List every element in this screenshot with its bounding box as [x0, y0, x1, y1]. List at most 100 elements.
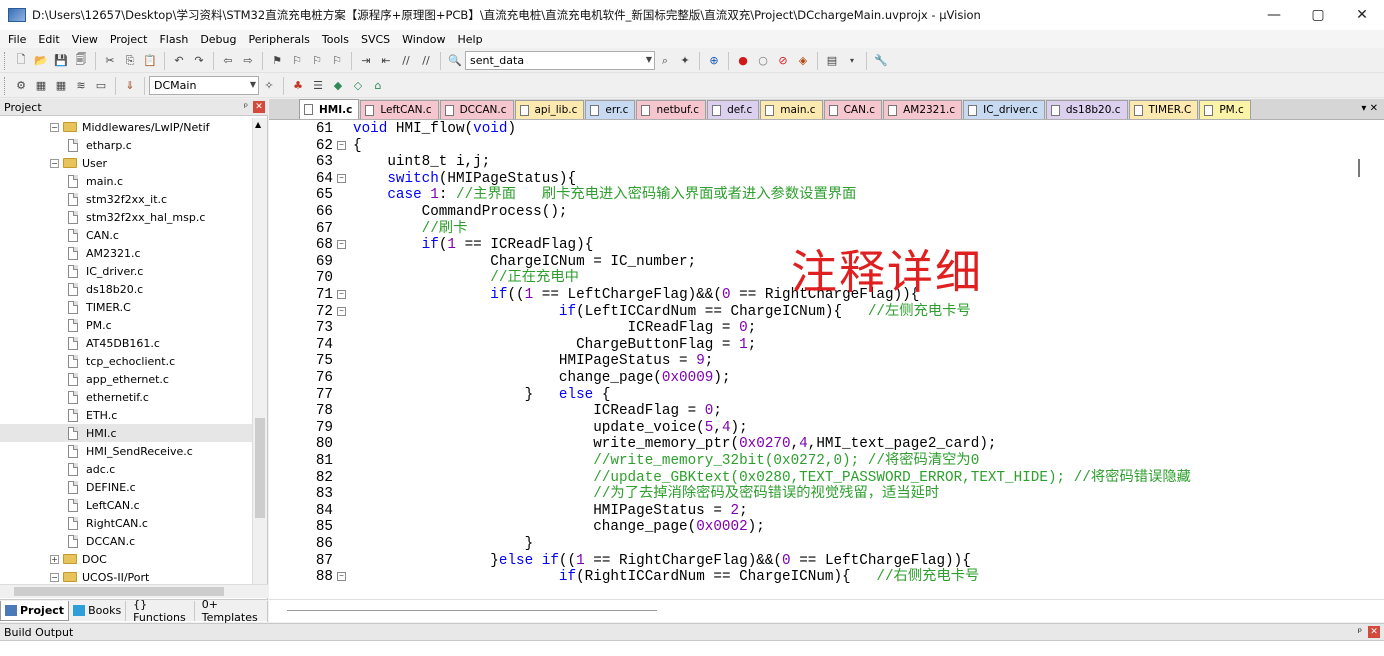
target-options-icon[interactable]: ✧ [260, 77, 278, 95]
tree-folder[interactable]: + DOC [0, 550, 252, 568]
tab-books[interactable]: Books [69, 600, 127, 621]
tree-file[interactable]: HMI.c [0, 424, 252, 442]
tree-file[interactable]: IC_driver.c [0, 262, 252, 280]
menu-debug[interactable]: Debug [194, 33, 242, 46]
copy-icon[interactable]: ⎘ [121, 52, 139, 70]
bookmark-icon[interactable]: ⚑ [268, 52, 286, 70]
code-line[interactable]: 85 change_page(0x0002); [269, 519, 1354, 535]
menu-project[interactable]: Project [104, 33, 154, 46]
breakpoint-icon[interactable]: ● [734, 52, 752, 70]
comment-icon[interactable]: // [397, 52, 415, 70]
pack-installer-icon[interactable]: ◇ [349, 77, 367, 95]
tree-file[interactable]: PM.c [0, 316, 252, 334]
code-line[interactable]: 63 uint8_t i,j; [269, 154, 1354, 170]
unindent-icon[interactable]: ⇤ [377, 52, 395, 70]
close-button[interactable]: ✕ [1340, 0, 1384, 30]
tree-file[interactable]: AM2321.c [0, 244, 252, 262]
cut-icon[interactable]: ✂ [101, 52, 119, 70]
tree-file[interactable]: TIMER.C [0, 298, 252, 316]
translate-icon[interactable]: ⚙ [12, 77, 30, 95]
menu-svcs[interactable]: SVCS [355, 33, 396, 46]
save-icon[interactable]: 💾 [52, 52, 70, 70]
target-combo[interactable]: DCMain ▼ [149, 76, 259, 95]
file-tab[interactable]: netbuf.c [636, 100, 707, 119]
tree-file[interactable]: app_ethernet.c [0, 370, 252, 388]
code-line[interactable]: 81 //write_memory_32bit(0x0272,0); //将密码… [269, 453, 1354, 469]
start-debug-icon[interactable]: ⊕ [705, 52, 723, 70]
file-tab[interactable]: main.c [760, 100, 823, 119]
find-icon[interactable]: ⌕ [656, 52, 674, 70]
minimize-button[interactable]: — [1252, 0, 1296, 30]
configure-icon[interactable]: 🔧 [872, 52, 890, 70]
code-line[interactable]: 75 HMIPageStatus = 9; [269, 353, 1354, 369]
code-line[interactable]: 88− if(RightICCardNum == ChargeICNum){ /… [269, 569, 1354, 585]
collapse-icon[interactable]: − [50, 122, 59, 132]
fold-icon[interactable]: − [337, 240, 346, 250]
menu-tools[interactable]: Tools [316, 33, 355, 46]
batch-build-icon[interactable]: ≋ [72, 77, 90, 95]
close-icon[interactable]: ✕ [253, 101, 265, 113]
undo-icon[interactable]: ↶ [170, 52, 188, 70]
window-layout-icon[interactable]: ▤ [823, 52, 841, 70]
code-line[interactable]: 72− if(LeftICCardNum == ChargeICNum){ //… [269, 304, 1354, 320]
next-bookmark-icon[interactable]: ⚐ [308, 52, 326, 70]
hscroll-thumb[interactable] [287, 610, 657, 611]
code-line[interactable]: 86 } [269, 536, 1354, 552]
expand-icon[interactable]: + [50, 554, 59, 564]
code-line[interactable]: 77 } else { [269, 387, 1354, 403]
tree-file[interactable]: DEFINE.c [0, 478, 252, 496]
file-tab[interactable]: TIMER.C [1128, 100, 1199, 119]
code-line[interactable]: 87 }else if((1 == RightChargeFlag)&&(0 =… [269, 553, 1354, 569]
prev-bookmark-icon[interactable]: ⚐ [288, 52, 306, 70]
open-file-icon[interactable]: 📂 [32, 52, 50, 70]
close-icon[interactable]: ✕ [1368, 626, 1380, 638]
file-tab[interactable]: PM.c [1199, 100, 1251, 119]
code-line[interactable]: 64− switch(HMIPageStatus){ [269, 171, 1354, 187]
tree-file[interactable]: stm32f2xx_it.c [0, 190, 252, 208]
code-line[interactable]: 80 write_memory_ptr(0x0270,4,HMI_text_pa… [269, 436, 1354, 452]
tree-folder[interactable]: − User [0, 154, 252, 172]
editor-hscrollbar[interactable] [269, 599, 1384, 622]
code-line[interactable]: 73 ICReadFlag = 0; [269, 320, 1354, 336]
fold-icon[interactable]: − [337, 173, 346, 183]
fold-icon[interactable]: − [337, 140, 346, 150]
code-line[interactable]: 79 update_voice(5,4); [269, 420, 1354, 436]
menu-help[interactable]: Help [452, 33, 489, 46]
clear-bookmarks-icon[interactable]: ⚐ [328, 52, 346, 70]
tree-folder[interactable]: − UCOS-II/Port [0, 568, 252, 584]
tree-file[interactable]: etharp.c [0, 136, 252, 154]
file-extensions-icon[interactable]: ♣ [289, 77, 307, 95]
tree-file[interactable]: RightCAN.c [0, 514, 252, 532]
nav-forward-icon[interactable]: ⇨ [239, 52, 257, 70]
indent-icon[interactable]: ⇥ [357, 52, 375, 70]
file-tab[interactable]: def.c [707, 100, 760, 119]
chevron-down-icon[interactable]: ▾ [843, 52, 861, 70]
code-line[interactable]: 61 void HMI_flow(void) [269, 121, 1354, 137]
file-tab[interactable]: CAN.c [823, 100, 883, 119]
tree-file[interactable]: HMI_SendReceive.c [0, 442, 252, 460]
toolbar-grip[interactable] [4, 51, 7, 70]
file-tab[interactable]: err.c [585, 100, 636, 119]
disable-breakpoint-icon[interactable]: ○ [754, 52, 772, 70]
nav-back-icon[interactable]: ⇦ [219, 52, 237, 70]
maximize-button[interactable]: ▢ [1296, 0, 1340, 30]
fold-icon[interactable]: − [337, 290, 346, 299]
stop-build-icon[interactable]: ▭ [92, 77, 110, 95]
file-tab[interactable]: DCCAN.c [439, 100, 514, 119]
file-tab[interactable]: api_lib.c [514, 100, 585, 119]
code-line[interactable]: 74 ChargeButtonFlag = 1; [269, 337, 1354, 353]
find-combo[interactable]: sent_data ▼ [465, 51, 655, 70]
code-line[interactable]: 66 CommandProcess(); [269, 204, 1354, 220]
pin-icon[interactable]: ᵖ [244, 102, 248, 113]
chevron-down-icon[interactable]: ▼ [646, 55, 652, 64]
tree-file[interactable]: ETH.c [0, 406, 252, 424]
tab-functions[interactable]: {} Functions [126, 598, 195, 624]
menu-edit[interactable]: Edit [32, 33, 65, 46]
code-line[interactable]: 67 //刷卡 [269, 221, 1354, 237]
menu-file[interactable]: File [2, 33, 32, 46]
tree-file[interactable]: DCCAN.c [0, 532, 252, 550]
editor-scrollbar[interactable] [1354, 121, 1384, 598]
code-line[interactable]: 83 //为了去掉消除密码及密码错误的视觉残留，适当延时 [269, 486, 1354, 502]
file-tab[interactable]: IC_driver.c [963, 100, 1045, 119]
menu-view[interactable]: View [66, 33, 104, 46]
